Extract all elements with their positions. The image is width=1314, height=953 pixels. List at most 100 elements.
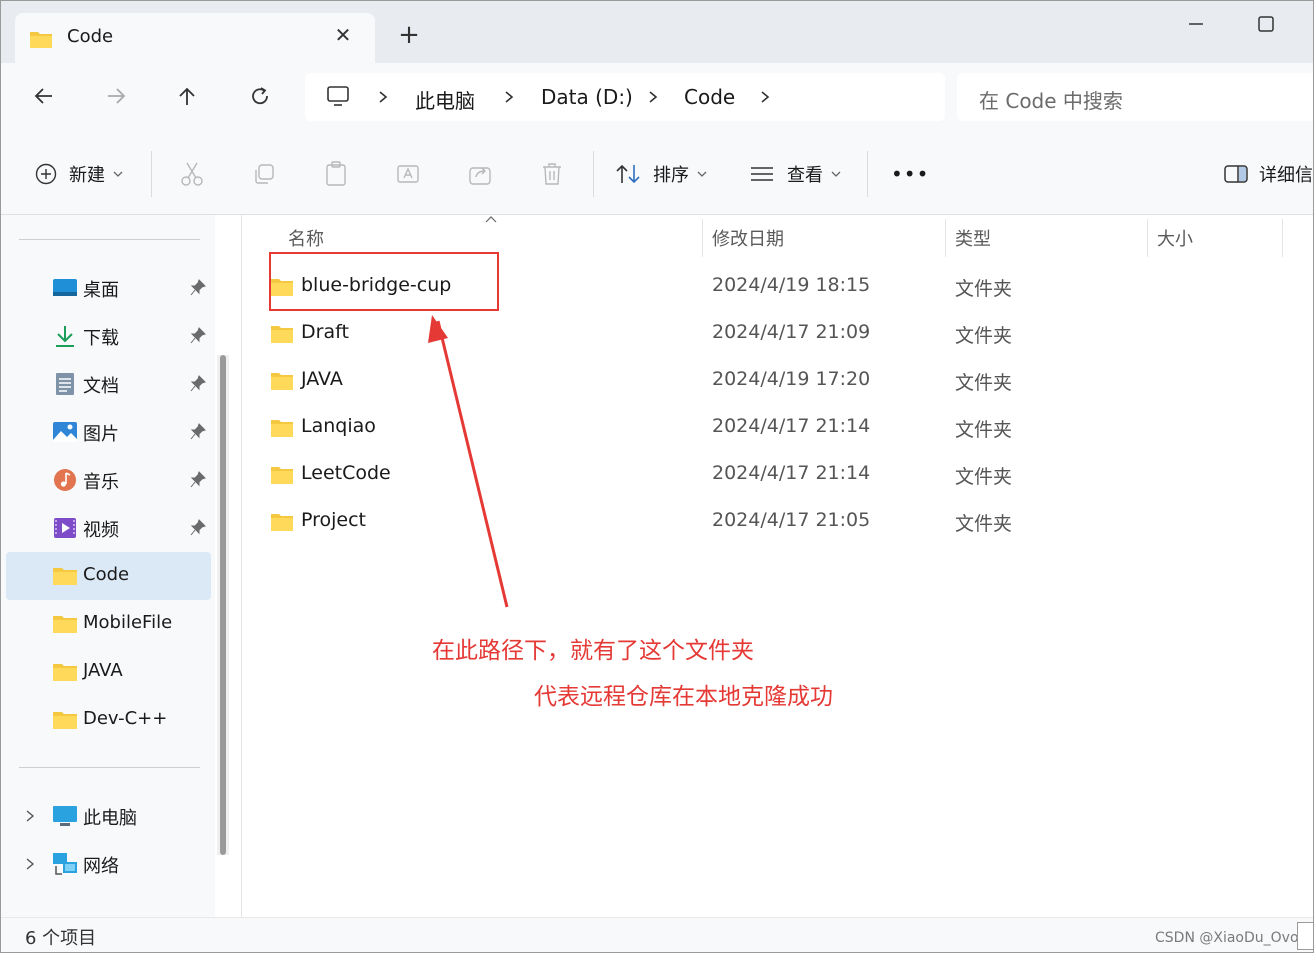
folder-icon bbox=[30, 32, 52, 48]
folder-icon bbox=[53, 664, 77, 681]
annotation-text-line1: 在此路径下，就有了这个文件夹 bbox=[432, 638, 754, 664]
sidebar-item-label: 下载 bbox=[83, 328, 119, 349]
delete-button[interactable] bbox=[537, 159, 567, 189]
minimize-icon[interactable] bbox=[1181, 9, 1211, 39]
annotation-text-line2: 代表远程仓库在本地克隆成功 bbox=[534, 684, 833, 710]
sidebar-item-dev-cpp[interactable]: Dev-C++ bbox=[6, 696, 211, 744]
sidebar-item-downloads[interactable]: 下载 bbox=[6, 312, 211, 360]
more-icon: ••• bbox=[891, 162, 930, 186]
close-icon[interactable]: ✕ bbox=[331, 23, 355, 47]
desktop-icon bbox=[53, 279, 77, 296]
scrollbar-thumb[interactable] bbox=[220, 355, 226, 855]
sidebar-item-desktop[interactable]: 桌面 bbox=[6, 264, 211, 312]
sidebar-item-label: 音乐 bbox=[83, 472, 119, 493]
chevron-right-icon bbox=[505, 91, 514, 103]
divider bbox=[151, 151, 152, 197]
sidebar-item-label: 桌面 bbox=[83, 280, 119, 301]
share-button[interactable] bbox=[465, 159, 495, 189]
chevron-right-icon[interactable] bbox=[24, 856, 36, 872]
folder-icon bbox=[53, 616, 77, 633]
chevron-right-icon bbox=[379, 91, 388, 103]
view-button[interactable]: 查看 bbox=[749, 157, 841, 191]
network-icon bbox=[53, 853, 77, 875]
details-pane-button[interactable]: 详细信 bbox=[1223, 157, 1313, 191]
sidebar-item-documents[interactable]: 文档 bbox=[6, 360, 211, 408]
navigation-bar: 此电脑 Data (D:) Code 在 Code 中搜索 bbox=[1, 63, 1313, 131]
divider bbox=[19, 239, 200, 240]
sidebar-item-music[interactable]: 音乐 bbox=[6, 456, 211, 504]
pin-icon[interactable] bbox=[190, 327, 206, 345]
sidebar-item-this-pc[interactable]: 此电脑 bbox=[6, 792, 211, 840]
breadcrumb-code[interactable]: Code bbox=[684, 85, 735, 109]
sidebar-scrollbar[interactable] bbox=[217, 355, 229, 855]
more-options-button[interactable]: ••• bbox=[891, 157, 929, 191]
pin-icon[interactable] bbox=[190, 279, 206, 297]
annotation-arrow bbox=[428, 315, 509, 608]
sidebar-item-code[interactable]: Code bbox=[6, 552, 211, 600]
sidebar-item-label: 图片 bbox=[83, 424, 119, 445]
plus-icon[interactable]: + bbox=[397, 22, 421, 48]
pin-icon[interactable] bbox=[190, 519, 206, 537]
sort-icon bbox=[616, 164, 640, 184]
divider bbox=[19, 767, 200, 768]
copy-button[interactable] bbox=[249, 159, 279, 189]
search-input[interactable]: 在 Code 中搜索 bbox=[957, 73, 1313, 121]
maximize-icon[interactable] bbox=[1251, 9, 1281, 39]
clipboard-icon bbox=[326, 161, 346, 186]
sidebar-item-label: 文档 bbox=[83, 376, 119, 397]
breadcrumb-data-drive[interactable]: Data (D:) bbox=[541, 85, 633, 109]
new-button[interactable]: 新建 bbox=[35, 157, 123, 191]
chevron-right-icon bbox=[649, 91, 658, 103]
share-icon bbox=[469, 167, 491, 185]
sidebar-item-label: 此电脑 bbox=[83, 808, 137, 829]
cut-button[interactable] bbox=[177, 159, 207, 189]
sidebar-item-network[interactable]: 网络 bbox=[6, 840, 211, 888]
tab-code[interactable]: Code ✕ bbox=[15, 13, 375, 63]
address-bar[interactable]: 此电脑 Data (D:) Code bbox=[305, 73, 945, 121]
chevron-right-icon[interactable] bbox=[24, 808, 36, 824]
music-icon bbox=[54, 469, 76, 491]
view-label: 查看 bbox=[787, 165, 823, 186]
breadcrumb-this-pc[interactable]: 此电脑 bbox=[415, 85, 475, 114]
pin-icon[interactable] bbox=[190, 423, 206, 441]
arrow-right-icon bbox=[108, 88, 126, 104]
paste-button[interactable] bbox=[321, 159, 351, 189]
pin-icon[interactable] bbox=[190, 375, 206, 393]
sidebar-item-pictures[interactable]: 图片 bbox=[6, 408, 211, 456]
rename-button[interactable] bbox=[393, 159, 423, 189]
details-label: 详细信 bbox=[1259, 165, 1313, 186]
rename-icon bbox=[397, 165, 419, 183]
new-label: 新建 bbox=[69, 165, 105, 186]
copy-icon bbox=[255, 164, 274, 184]
chevron-down-icon bbox=[697, 171, 707, 177]
sidebar-item-java[interactable]: JAVA bbox=[6, 648, 211, 696]
sort-button[interactable]: 排序 bbox=[615, 157, 707, 191]
plus-circle-icon bbox=[35, 163, 57, 185]
tab-title: Code bbox=[67, 26, 114, 47]
sort-label: 排序 bbox=[653, 165, 689, 186]
download-icon bbox=[56, 326, 74, 347]
sidebar-item-videos[interactable]: 视频 bbox=[6, 504, 211, 552]
watermark: CSDN @XiaoDu_Ovo bbox=[1155, 930, 1299, 946]
folder-icon bbox=[53, 712, 77, 729]
up-button[interactable] bbox=[170, 79, 204, 113]
status-bar: 6 个项目 CSDN @XiaoDu_Ovo bbox=[1, 917, 1313, 952]
refresh-button[interactable] bbox=[243, 79, 277, 113]
sidebar-item-mobilefile[interactable]: MobileFile bbox=[6, 600, 211, 648]
chevron-down-icon bbox=[831, 171, 841, 177]
refresh-icon bbox=[252, 87, 268, 105]
file-explorer-window: Code ✕ + 此电脑 Data (D:) Code 在 Code 中搜索 新… bbox=[0, 0, 1314, 953]
file-list: 名称 修改日期 类型 大小 blue-bridge-cup 2024/4/19 … bbox=[241, 215, 1313, 917]
pin-icon[interactable] bbox=[190, 471, 206, 489]
document-icon bbox=[56, 373, 74, 395]
sidebar-item-label: MobileFile bbox=[83, 612, 173, 633]
scissors-icon bbox=[181, 162, 203, 186]
video-icon bbox=[54, 518, 76, 538]
details-view-toggle[interactable] bbox=[1297, 922, 1313, 950]
folder-icon bbox=[53, 568, 77, 585]
forward-button[interactable] bbox=[99, 79, 133, 113]
divider bbox=[867, 151, 868, 197]
back-button[interactable] bbox=[27, 79, 61, 113]
picture-icon bbox=[53, 422, 77, 442]
computer-icon bbox=[53, 806, 77, 826]
